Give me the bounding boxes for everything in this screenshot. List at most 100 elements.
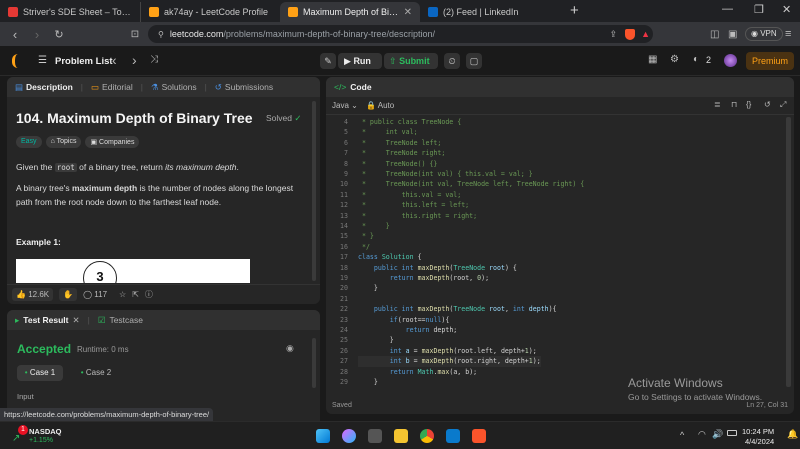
reset-icon[interactable]: ↺ bbox=[764, 100, 771, 109]
test-scrollbar[interactable] bbox=[312, 338, 316, 388]
format-icon[interactable]: ≣ bbox=[714, 100, 721, 109]
premium-button[interactable]: Premium bbox=[746, 52, 794, 70]
browser-tab[interactable]: (2) Feed | LinkedIn bbox=[420, 2, 560, 22]
bookmark-code-icon[interactable]: ⊓ bbox=[731, 100, 737, 109]
dislike-button[interactable]: ✋ bbox=[59, 288, 78, 301]
comments-button[interactable]: ◯ 117 bbox=[83, 290, 107, 299]
tab-submissions[interactable]: ↺ Submissions bbox=[215, 82, 273, 93]
url-bar[interactable]: ⚲ leetcode.com/problems/maximum-depth-of… bbox=[148, 25, 653, 43]
eye-icon[interactable]: ◉ bbox=[286, 343, 294, 354]
line-number: 18 bbox=[340, 263, 348, 272]
line-number: 7 bbox=[344, 149, 348, 158]
problem-list-link[interactable]: Problem List bbox=[55, 56, 113, 67]
notifications-icon[interactable]: 🔔 bbox=[787, 429, 798, 440]
run-button[interactable]: ▶ Run bbox=[338, 53, 382, 69]
copilot-icon[interactable] bbox=[342, 429, 356, 443]
battery-icon[interactable] bbox=[727, 430, 737, 436]
leetcode-logo-icon[interactable] bbox=[12, 54, 22, 68]
code-line: * int val; bbox=[358, 127, 418, 137]
windows-start-icon[interactable] bbox=[316, 429, 330, 443]
vpn-button[interactable]: ◉ VPN bbox=[745, 27, 783, 41]
share-link-icon[interactable]: ⇱ bbox=[132, 290, 139, 299]
browser-tab[interactable]: ak74ay - LeetCode Profile bbox=[140, 2, 280, 22]
difficulty-badge[interactable]: Easy bbox=[16, 136, 42, 148]
settings-icon[interactable]: ⚙ bbox=[670, 54, 679, 65]
site-info-icon[interactable]: ⚲ bbox=[158, 30, 164, 39]
tab-test-result[interactable]: ▸ Test Result ✕ | bbox=[15, 315, 90, 326]
forward-icon[interactable]: › bbox=[26, 27, 48, 42]
line-number: 16 bbox=[340, 242, 348, 251]
prev-problem-icon[interactable]: ‹ bbox=[112, 52, 117, 68]
clock-time[interactable]: 10:24 PM bbox=[742, 427, 774, 436]
task-view-icon[interactable] bbox=[368, 429, 382, 443]
back-icon[interactable]: ‹ bbox=[4, 27, 26, 42]
tab-solutions-label: Solutions bbox=[161, 82, 197, 92]
code-token: } bbox=[358, 336, 394, 345]
browser-tab[interactable]: Maximum Depth of Binary Tree ✕ bbox=[280, 2, 420, 22]
wallet-icon[interactable]: ▣ bbox=[728, 29, 737, 40]
stock-ticker: NASDAQ bbox=[29, 427, 62, 436]
fullscreen-icon[interactable]: ⤢ bbox=[780, 100, 786, 110]
companies-tag[interactable]: ▣ Companies bbox=[85, 136, 140, 148]
reload-icon[interactable]: ↻ bbox=[48, 28, 70, 41]
notes-icon[interactable]: ▢ bbox=[466, 53, 482, 69]
next-problem-icon[interactable]: › bbox=[132, 52, 137, 68]
code-line: * TreeNode(int val) { this.val = val; } bbox=[358, 169, 533, 179]
rewards-icon[interactable]: ▲ bbox=[641, 29, 650, 39]
line-number: 20 bbox=[340, 284, 348, 293]
code-token: ){ bbox=[441, 315, 450, 324]
restore-icon[interactable]: ❐ bbox=[754, 3, 764, 16]
code-token: * public class TreeNode { bbox=[358, 118, 462, 126]
close-tab-icon[interactable]: ✕ bbox=[404, 7, 412, 18]
menu-icon[interactable]: ≡ bbox=[785, 28, 791, 40]
brave-icon[interactable] bbox=[472, 429, 486, 443]
browser-tab-bar: Striver's SDE Sheet – Top Coding Int ak74… bbox=[0, 0, 800, 22]
brave-shield-icon[interactable] bbox=[625, 28, 635, 40]
favorite-icon[interactable]: ☆ bbox=[119, 290, 126, 299]
minimize-icon[interactable]: — bbox=[722, 3, 733, 15]
bookmark-icon[interactable]: ⊡ bbox=[124, 29, 146, 40]
vscode-icon[interactable] bbox=[446, 429, 460, 443]
tab-editorial[interactable]: ▭ Editorial | bbox=[91, 82, 143, 93]
line-number: 28 bbox=[340, 367, 348, 376]
submit-button[interactable]: ⇧ Submit bbox=[384, 53, 438, 69]
close-tab-icon[interactable]: ✕ bbox=[72, 315, 79, 326]
sidebar-toggle-icon[interactable]: ◫ bbox=[710, 29, 719, 40]
case-1-tab[interactable]: • Case 1 bbox=[17, 365, 63, 381]
wifi-icon[interactable]: ◠ bbox=[698, 429, 706, 440]
tab-description[interactable]: ▤ Description | bbox=[15, 82, 83, 93]
close-window-icon[interactable]: ✕ bbox=[782, 3, 791, 16]
like-count: 12.6K bbox=[28, 290, 50, 299]
code-line: * this.val = val; bbox=[358, 190, 461, 200]
editor-scrollbar[interactable] bbox=[786, 117, 791, 387]
topics-tag[interactable]: ⌂ Topics bbox=[45, 136, 82, 148]
language-select[interactable]: Java ⌄ bbox=[332, 101, 358, 110]
code-line: * this.left = left; bbox=[358, 200, 469, 210]
new-tab-button[interactable]: + bbox=[570, 2, 579, 22]
layout-icon[interactable]: ▦ bbox=[648, 54, 657, 65]
avatar[interactable] bbox=[724, 54, 737, 67]
line-number: 5 bbox=[344, 128, 348, 137]
case-2-tab[interactable]: • Case 2 bbox=[73, 365, 119, 381]
help-icon[interactable]: ⓘ bbox=[145, 289, 153, 300]
volume-icon[interactable]: 🔊 bbox=[712, 429, 723, 440]
code-area[interactable]: 4 * public class TreeNode {5 * int val; 6… bbox=[326, 115, 794, 395]
browser-tab[interactable]: Striver's SDE Sheet – Top Coding Int bbox=[0, 2, 140, 22]
tab-testcase[interactable]: ☑ Testcase bbox=[98, 315, 143, 326]
timer-icon[interactable]: ⏲ bbox=[444, 53, 460, 69]
line-number: 19 bbox=[340, 274, 348, 282]
chrome-icon[interactable] bbox=[420, 429, 434, 443]
description-scrollbar[interactable] bbox=[312, 101, 316, 281]
braces-icon[interactable]: {} bbox=[746, 100, 751, 109]
debug-button[interactable]: ✎ bbox=[320, 53, 336, 69]
share-icon[interactable]: ⇪ bbox=[609, 29, 617, 40]
file-explorer-icon[interactable] bbox=[394, 429, 408, 443]
tab-solutions[interactable]: ⚗ Solutions | bbox=[151, 82, 207, 93]
like-button[interactable]: 👍 12.6K bbox=[12, 288, 54, 301]
clock-date[interactable]: 4/4/2024 bbox=[745, 437, 774, 446]
shuffle-icon[interactable]: ⤨ bbox=[150, 54, 158, 65]
fire-icon[interactable]: ◐ bbox=[693, 54, 699, 65]
auto-mode-toggle[interactable]: 🔒 Auto bbox=[366, 101, 394, 110]
tray-chevron-icon[interactable]: ^ bbox=[680, 430, 684, 440]
